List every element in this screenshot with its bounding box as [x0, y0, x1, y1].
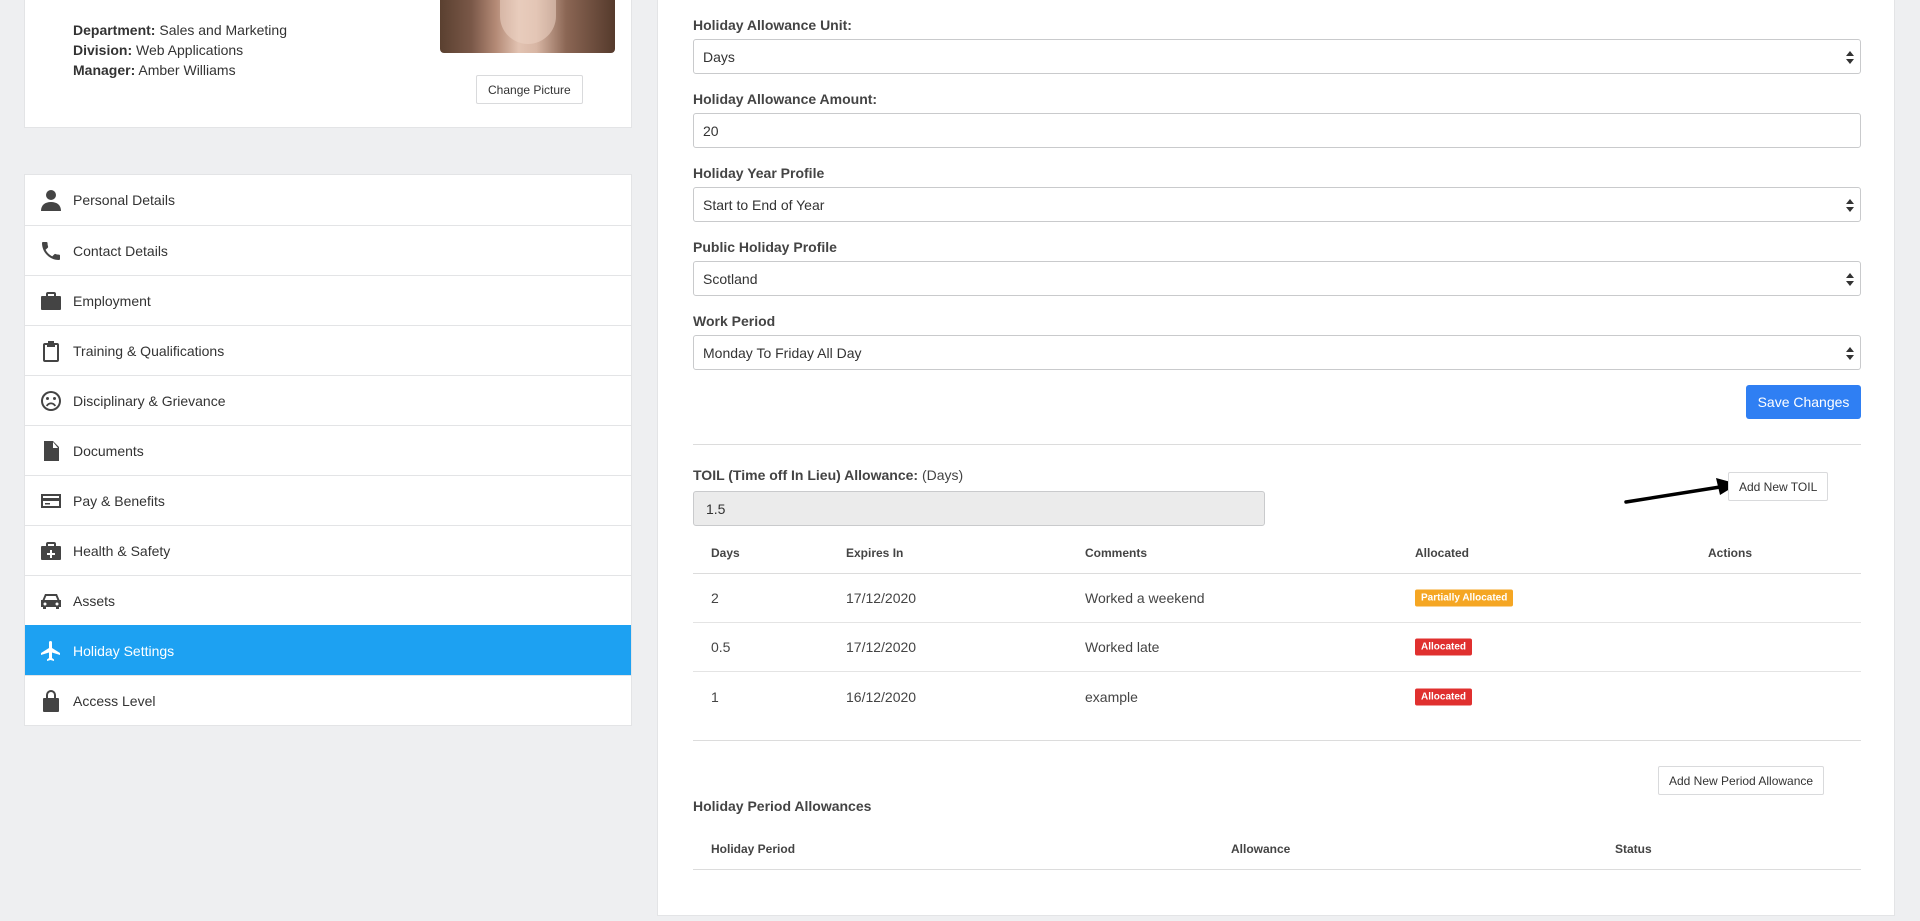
- holiday-allowance-unit-select[interactable]: Days: [693, 39, 1861, 74]
- holiday-year-profile-select[interactable]: Start to End of Year: [693, 187, 1861, 222]
- clipboard-icon: [37, 337, 65, 365]
- sidebar-item-label: Contact Details: [73, 242, 168, 259]
- holiday-period-allowances-title: Holiday Period Allowances: [693, 798, 872, 814]
- save-changes-button[interactable]: Save Changes: [1746, 385, 1861, 419]
- work-period-select[interactable]: Monday To Friday All Day: [693, 335, 1861, 370]
- credit-card-icon: [37, 487, 65, 515]
- column-header-actions: Actions: [1708, 545, 1753, 560]
- column-header-holiday-period: Holiday Period: [711, 841, 796, 856]
- airplane-icon: [37, 637, 65, 665]
- column-header-allowance: Allowance: [1231, 841, 1291, 856]
- sidebar-item-label: Training & Qualifications: [73, 342, 225, 359]
- sidebar-item-label: Employment: [73, 292, 151, 309]
- holiday-allowance-amount-input[interactable]: 20: [693, 113, 1861, 148]
- column-header-expires-in: Expires In: [846, 545, 904, 560]
- sidebar-item-label: Pay & Benefits: [73, 492, 165, 509]
- sad-face-icon: [37, 387, 65, 415]
- sidebar-item-assets[interactable]: Assets: [25, 575, 631, 625]
- toil-table-row: 0.5 17/12/2020 Worked late Allocated: [693, 623, 1861, 672]
- cell-expires: 16/12/2020: [846, 688, 917, 705]
- toil-allowance-unit: (Days): [921, 467, 964, 483]
- section-divider: [693, 444, 1861, 445]
- cell-expires: 17/12/2020: [846, 590, 917, 606]
- status-badge: Partially Allocated: [1415, 589, 1514, 607]
- sidebar-item-label: Documents: [73, 442, 144, 459]
- holiday-allowance-amount-label: Holiday Allowance Amount:: [693, 91, 878, 107]
- manager-label: Manager:: [73, 62, 136, 78]
- division-value: Web Applications: [136, 42, 244, 58]
- sidebar-item-contact-details[interactable]: Contact Details: [25, 225, 631, 275]
- car-icon: [37, 587, 65, 615]
- sidebar-item-health-safety[interactable]: Health & Safety: [25, 525, 631, 575]
- section-divider: [693, 740, 1861, 741]
- department-value: Sales and Marketing: [159, 22, 287, 38]
- division-label: Division:: [73, 42, 133, 58]
- sidebar-item-pay-benefits[interactable]: Pay & Benefits: [25, 475, 631, 525]
- change-picture-button[interactable]: Change Picture: [476, 75, 583, 104]
- cell-comment: Worked late: [1085, 639, 1160, 655]
- sidebar-item-label: Holiday Settings: [73, 642, 175, 659]
- toil-allowance-value: 1.5: [706, 500, 726, 517]
- public-holiday-profile-value: Scotland: [703, 270, 758, 287]
- profile-side-menu: Personal Details Contact Details Employm…: [24, 174, 632, 726]
- column-header-status: Status: [1615, 841, 1652, 856]
- toil-table-row: 1 16/12/2020 example Allocated: [693, 672, 1861, 721]
- cell-comment: example: [1085, 688, 1138, 705]
- cell-days: 2: [711, 590, 719, 606]
- period-table-header: Holiday Period Allowance Status: [693, 828, 1861, 870]
- holiday-settings-panel: Holiday Allowance Unit: Days Holiday All…: [657, 0, 1895, 916]
- sidebar-item-holiday-settings[interactable]: Holiday Settings: [25, 625, 631, 675]
- cell-days: 0.5: [711, 639, 731, 655]
- sidebar-item-label: Disciplinary & Grievance: [73, 392, 226, 409]
- cell-days: 1: [711, 688, 719, 705]
- public-holiday-profile-label: Public Holiday Profile: [693, 239, 837, 255]
- holiday-year-profile-label: Holiday Year Profile: [693, 165, 825, 181]
- toil-table-row: 2 17/12/2020 Worked a weekend Partially …: [693, 574, 1861, 623]
- column-header-days: Days: [711, 545, 740, 560]
- lock-icon: [37, 687, 65, 715]
- document-icon: [37, 437, 65, 465]
- toil-allowance-label-text: TOIL (Time off In Lieu) Allowance:: [693, 467, 919, 483]
- column-header-comments: Comments: [1085, 545, 1148, 560]
- sidebar-item-label: Access Level: [73, 692, 156, 709]
- sidebar-item-label: Personal Details: [73, 192, 175, 208]
- sidebar-item-label: Assets: [73, 592, 116, 609]
- phone-icon: [37, 237, 65, 265]
- sidebar-item-training[interactable]: Training & Qualifications: [25, 325, 631, 375]
- holiday-allowance-amount-value: 20: [703, 122, 719, 139]
- toil-allowance-field: 1.5: [693, 491, 1265, 526]
- profile-photo: [440, 0, 615, 53]
- sidebar-item-label: Health & Safety: [73, 542, 171, 559]
- medical-kit-icon: [37, 537, 65, 565]
- work-period-label: Work Period: [693, 313, 776, 329]
- profile-info: Department: Sales and Marketing Division…: [73, 20, 287, 80]
- profile-card: Department: Sales and Marketing Division…: [24, 0, 632, 128]
- sidebar-item-documents[interactable]: Documents: [25, 425, 631, 475]
- holiday-allowance-unit-label: Holiday Allowance Unit:: [693, 17, 852, 33]
- add-new-period-allowance-button[interactable]: Add New Period Allowance: [1658, 766, 1825, 795]
- cell-expires: 17/12/2020: [846, 639, 917, 655]
- holiday-year-profile-value: Start to End of Year: [703, 196, 825, 213]
- sidebar-item-disciplinary[interactable]: Disciplinary & Grievance: [25, 375, 631, 425]
- status-badge: Allocated: [1415, 688, 1473, 705]
- work-period-value: Monday To Friday All Day: [703, 344, 862, 361]
- person-icon: [37, 186, 65, 214]
- status-badge: Allocated: [1415, 638, 1473, 656]
- sidebar-item-access-level[interactable]: Access Level: [25, 675, 631, 725]
- annotation-arrow: [1624, 478, 1738, 504]
- manager-value: Amber Williams: [138, 62, 236, 78]
- column-header-allocated: Allocated: [1415, 545, 1470, 560]
- add-new-toil-button[interactable]: Add New TOIL: [1728, 472, 1829, 501]
- sidebar-item-employment[interactable]: Employment: [25, 275, 631, 325]
- department-label: Department:: [73, 22, 156, 38]
- cell-comment: Worked a weekend: [1085, 590, 1205, 606]
- public-holiday-profile-select[interactable]: Scotland: [693, 261, 1861, 296]
- briefcase-icon: [37, 287, 65, 315]
- sidebar-item-personal-details[interactable]: Personal Details: [25, 175, 631, 225]
- toil-table-header: Days Expires In Comments Allocated Actio…: [693, 532, 1861, 574]
- holiday-allowance-unit-value: Days: [703, 48, 735, 65]
- toil-allowance-label: TOIL (Time off In Lieu) Allowance: (Days…: [693, 467, 963, 483]
